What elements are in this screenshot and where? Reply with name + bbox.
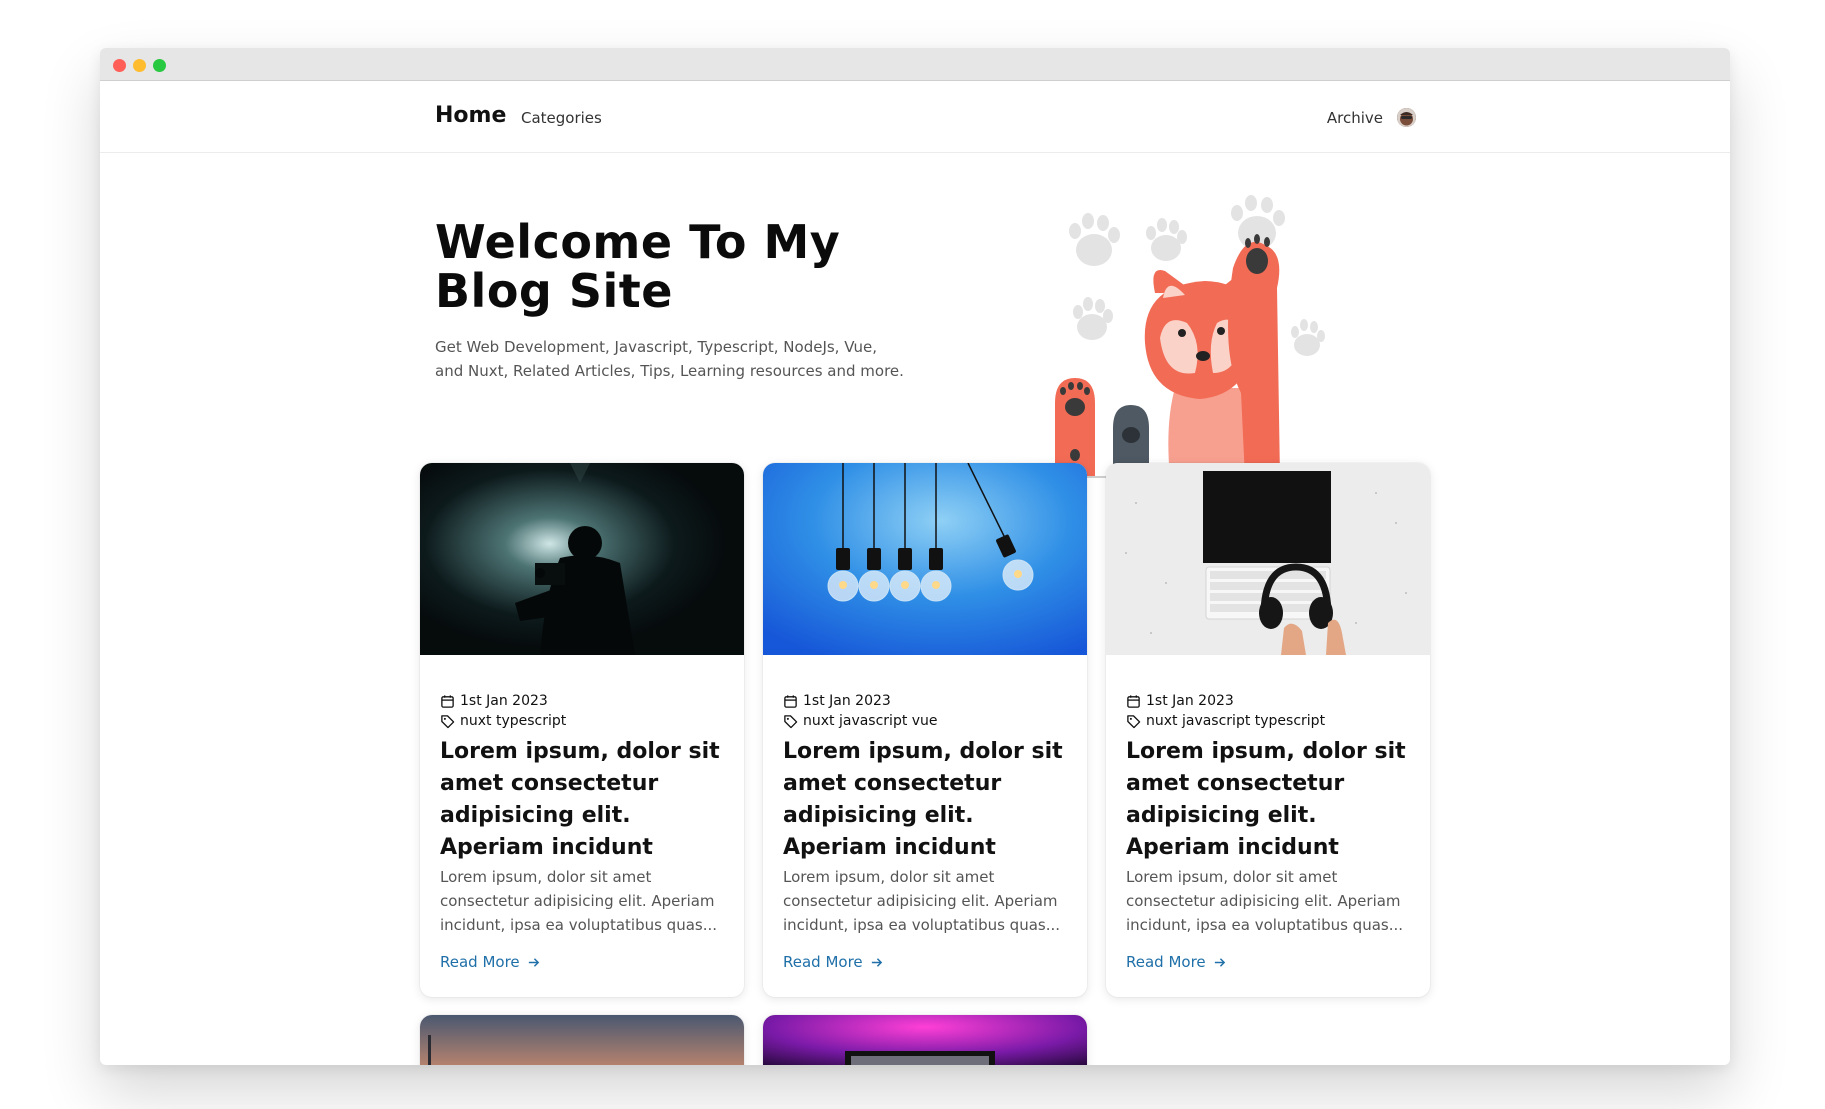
neon-desk-setup-image [763, 1015, 1087, 1065]
post-meta: 1st Jan 2023 nuxt javascript vue [783, 691, 938, 731]
post-card[interactable]: 1st Jan 2023 nuxt javascript typescript … [1106, 463, 1430, 997]
post-tags[interactable]: nuxt javascript vue [803, 713, 938, 729]
arrow-right-icon [528, 957, 539, 967]
window-titlebar [100, 48, 1730, 81]
videographer-silhouette-image [420, 463, 744, 655]
hero-title: Welcome To My Blog Site [435, 215, 841, 318]
arrow-right-icon [871, 957, 882, 967]
calendar-icon [441, 694, 454, 708]
post-card[interactable] [763, 1015, 1087, 1065]
hero-subtitle: Get Web Development, Javascript, Typescr… [435, 338, 904, 380]
shiba-dog-paws-illustration [1045, 195, 1335, 478]
post-meta: 1st Jan 2023 nuxt typescript [440, 691, 566, 731]
nav-home-link[interactable]: Home [435, 103, 506, 128]
tag-icon [1127, 714, 1141, 728]
read-more-link[interactable]: Read More [1126, 953, 1226, 971]
calendar-icon [1127, 694, 1140, 708]
nav-categories-link[interactable]: Categories [521, 109, 602, 127]
post-card[interactable]: 1st Jan 2023 nuxt javascript vue Lorem i… [763, 463, 1087, 997]
arrow-right-icon [1214, 957, 1225, 967]
post-thumbnail[interactable] [420, 463, 744, 655]
avatar[interactable] [1397, 108, 1416, 127]
read-more-label: Read More [783, 953, 863, 971]
read-more-link[interactable]: Read More [783, 953, 883, 971]
post-thumbnail[interactable] [1106, 463, 1430, 655]
calendar-icon [784, 694, 797, 708]
avatar-face-icon [1397, 108, 1416, 127]
post-tags[interactable]: nuxt javascript typescript [1146, 713, 1325, 729]
post-date: 1st Jan 2023 [803, 693, 891, 709]
read-more-label: Read More [1126, 953, 1206, 971]
post-title[interactable]: Lorem ipsum, dolor sit amet consectetur … [783, 736, 1073, 864]
close-window-button[interactable] [113, 59, 126, 72]
browser-window: Home Categories Archive Welcome To My Bl… [100, 48, 1730, 1065]
tag-icon [441, 714, 455, 728]
maximize-window-button[interactable] [153, 59, 166, 72]
post-tags[interactable]: nuxt typescript [460, 713, 566, 729]
keyboard-headphones-image [1106, 463, 1430, 655]
post-meta: 1st Jan 2023 nuxt javascript typescript [1126, 691, 1325, 731]
post-thumbnail[interactable] [763, 463, 1087, 655]
minimize-window-button[interactable] [133, 59, 146, 72]
tag-icon [784, 714, 798, 728]
site-navbar: Home Categories Archive [100, 81, 1730, 153]
light-bulbs-image [763, 463, 1087, 655]
post-title[interactable]: Lorem ipsum, dolor sit amet consectetur … [440, 736, 730, 864]
sunset-city-image [420, 1015, 744, 1065]
post-date: 1st Jan 2023 [460, 693, 548, 709]
post-excerpt: Lorem ipsum, dolor sit amet consectetur … [783, 868, 1061, 934]
read-more-link[interactable]: Read More [440, 953, 540, 971]
read-more-label: Read More [440, 953, 520, 971]
post-date: 1st Jan 2023 [1146, 693, 1234, 709]
post-card[interactable]: 1st Jan 2023 nuxt typescript Lorem ipsum… [420, 463, 744, 997]
post-excerpt: Lorem ipsum, dolor sit amet consectetur … [1126, 868, 1404, 934]
post-title[interactable]: Lorem ipsum, dolor sit amet consectetur … [1126, 736, 1416, 864]
post-excerpt: Lorem ipsum, dolor sit amet consectetur … [440, 868, 718, 934]
nav-archive-link[interactable]: Archive [1327, 109, 1383, 127]
post-card[interactable] [420, 1015, 744, 1065]
